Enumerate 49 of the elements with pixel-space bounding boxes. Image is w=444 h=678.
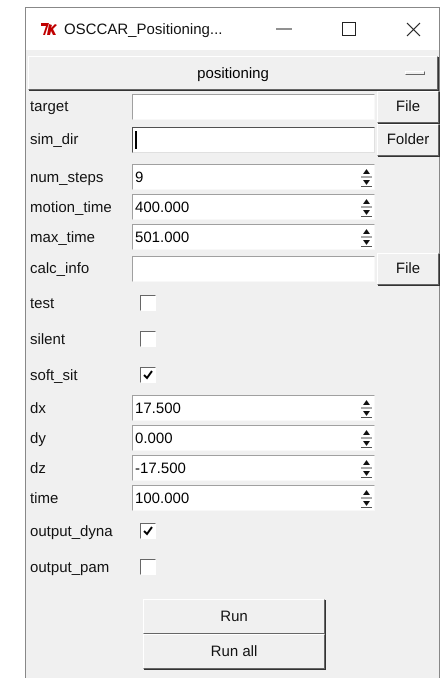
spinbox-field[interactable]: -17.500 — [132, 455, 375, 481]
window-title: OSCCAR_Positioning... — [64, 20, 222, 38]
spin-arrows-icon[interactable] — [361, 458, 372, 478]
spin-arrows-icon[interactable] — [361, 227, 372, 247]
input-field[interactable] — [132, 94, 375, 120]
checkbox[interactable] — [140, 331, 156, 347]
checkbox[interactable] — [140, 523, 156, 539]
spin-arrows-icon[interactable] — [361, 488, 372, 508]
spinbox-field[interactable]: 17.500 — [132, 395, 375, 421]
spinbox-field[interactable]: 100.000 — [132, 485, 375, 511]
checkbox[interactable] — [140, 295, 156, 311]
field-label: dz — [29, 460, 47, 476]
checkbox[interactable] — [140, 559, 156, 575]
mode-menu-button[interactable]: positioning — [28, 56, 438, 90]
field-label: silent — [29, 330, 66, 348]
field-label: num_steps — [29, 168, 104, 186]
run-button[interactable]: Run all — [143, 634, 325, 669]
browse-button[interactable]: File — [377, 252, 439, 284]
spinbox-field[interactable]: 400.000 — [132, 194, 375, 220]
input-field[interactable] — [132, 256, 375, 282]
field-label: max_time — [29, 228, 96, 246]
spinbox-field[interactable]: 501.000 — [132, 224, 375, 250]
field-label: dx — [29, 400, 47, 416]
field-label: dy — [29, 430, 47, 446]
spin-arrows-icon[interactable] — [361, 398, 372, 418]
spinbox-field[interactable]: 0.000 — [132, 425, 375, 451]
field-label: motion_time — [29, 198, 113, 216]
field-label: soft_sit — [29, 366, 79, 384]
field-label: sim_dir — [29, 131, 80, 148]
minimize-icon[interactable] — [276, 28, 292, 30]
field-label: test — [29, 294, 56, 312]
browse-button[interactable]: Folder — [377, 124, 439, 156]
field-label: time — [29, 490, 60, 506]
close-icon[interactable] — [406, 22, 421, 36]
field-label: calc_info — [29, 260, 90, 277]
field-label: output_dyna — [29, 522, 114, 540]
spin-arrows-icon[interactable] — [361, 167, 372, 187]
spin-arrows-icon[interactable] — [361, 197, 372, 217]
spinbox-field[interactable]: 9 — [132, 164, 375, 190]
run-button[interactable]: Run — [143, 599, 325, 634]
field-label: target — [29, 98, 70, 115]
input-field[interactable] — [132, 126, 375, 152]
app-icon — [40, 22, 58, 36]
menu-indicator-icon — [405, 71, 425, 75]
maximize-icon[interactable] — [342, 22, 356, 36]
checkbox[interactable] — [140, 367, 156, 383]
browse-button[interactable]: File — [377, 90, 439, 122]
field-label: output_pam — [29, 558, 110, 576]
spin-arrows-icon[interactable] — [361, 428, 372, 448]
